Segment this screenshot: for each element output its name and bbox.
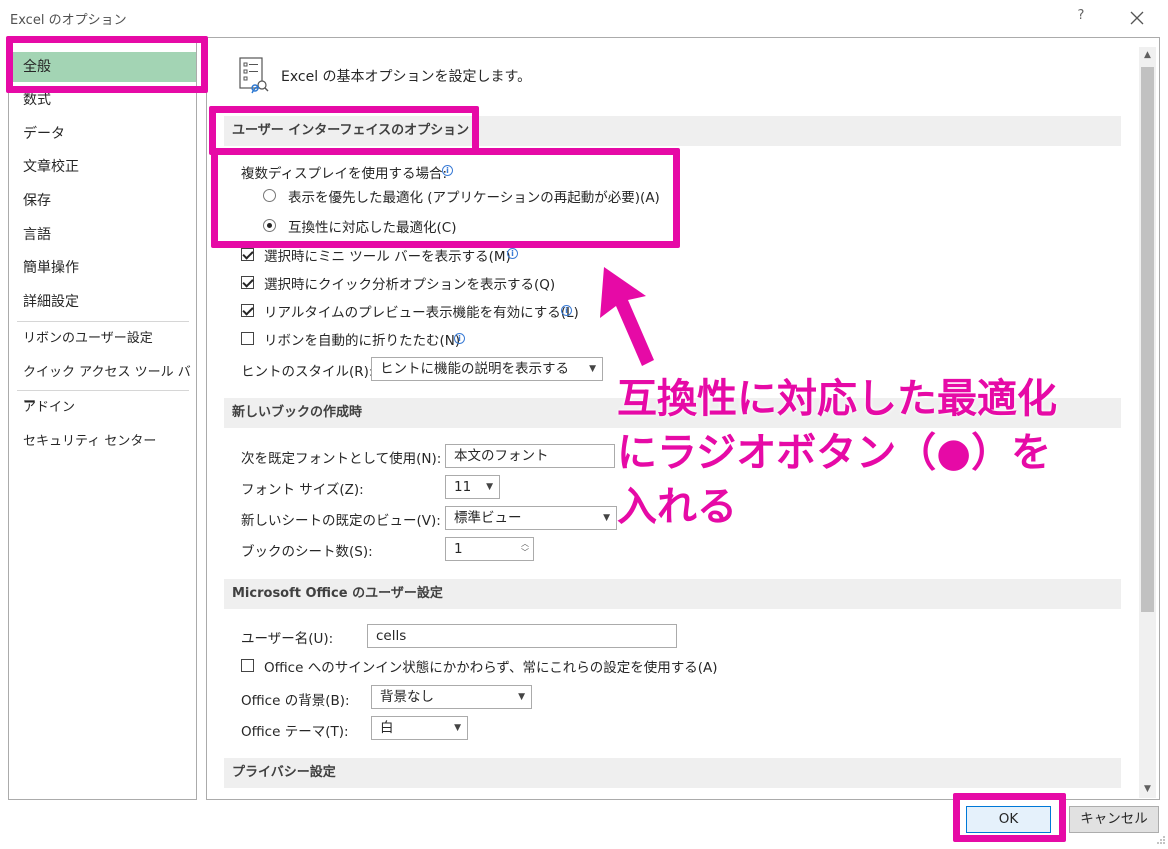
sidebar-item-data[interactable]: データ xyxy=(9,119,196,149)
chevron-down-icon: ▼ xyxy=(518,692,525,702)
font-size-value: 11 xyxy=(454,479,472,495)
scroll-thumb[interactable] xyxy=(1141,67,1154,612)
category-sidebar: 全般 数式 データ 文章校正 保存 言語 簡単操作 詳細設定 リボンのユーザー設… xyxy=(8,37,197,800)
info-icon: i xyxy=(454,333,465,344)
checkbox-live-preview[interactable] xyxy=(241,304,254,317)
checkbox-collapse-ribbon[interactable] xyxy=(241,332,254,345)
sheet-count-label: ブックのシート数(S): xyxy=(241,544,373,560)
office-background-value: 背景なし xyxy=(380,689,434,705)
close-icon[interactable] xyxy=(1125,6,1149,30)
info-icon: i xyxy=(561,305,572,316)
live-preview-label[interactable]: リアルタイムのプレビュー表示機能を有効にする(L) xyxy=(264,301,579,321)
highlight-general-tab xyxy=(6,36,208,93)
chevron-down-icon: ▼ xyxy=(486,482,493,492)
annotation-line-1: 互換性に対応した最適化 xyxy=(617,376,1057,422)
annotation-text: 互換性に対応した最適化 にラジオボタン（●）を 入れる xyxy=(617,372,1137,534)
info-icon: i xyxy=(507,248,518,259)
sheet-count-value: 1 xyxy=(454,541,463,557)
default-font-value: 本文のフォント xyxy=(454,448,549,464)
username-input[interactable]: cells xyxy=(367,624,677,648)
section-office-user: Microsoft Office のユーザー設定 xyxy=(224,579,1121,609)
sidebar-item-trust-center[interactable]: セキュリティ センター xyxy=(9,427,196,457)
vertical-scrollbar[interactable]: ▲ ▼ xyxy=(1139,47,1156,798)
font-size-label: フォント サイズ(Z): xyxy=(241,482,364,498)
sidebar-divider xyxy=(17,321,189,322)
spin-arrows-icon[interactable]: ︿ ﹀ xyxy=(521,539,529,557)
ok-button[interactable]: OK xyxy=(966,806,1051,833)
collapse-ribbon-label[interactable]: リボンを自動的に折りたたむ(N) xyxy=(264,329,460,349)
sidebar-item-accessibility[interactable]: 簡単操作 xyxy=(9,253,196,283)
quick-analysis-label[interactable]: 選択時にクイック分析オプションを表示する(Q) xyxy=(264,273,555,293)
sidebar-item-save[interactable]: 保存 xyxy=(9,186,196,216)
office-background-dropdown[interactable]: 背景なし ▼ xyxy=(371,685,532,709)
cancel-button[interactable]: キャンセル xyxy=(1069,806,1159,833)
help-button[interactable]: ? xyxy=(1072,8,1090,28)
sidebar-divider xyxy=(17,390,189,391)
username-label: ユーザー名(U): xyxy=(241,631,334,647)
checkbox-mini-toolbar[interactable] xyxy=(241,248,254,261)
tooltip-style-label: ヒントのスタイル(R): xyxy=(241,364,374,380)
tooltip-style-dropdown[interactable]: ヒントに機能の説明を表示する ▼ xyxy=(371,357,603,381)
window-title: Excel のオプション xyxy=(10,13,127,28)
office-theme-value: 白 xyxy=(380,720,394,736)
office-theme-dropdown[interactable]: 白 ▼ xyxy=(371,716,468,740)
office-background-label: Office の背景(B): xyxy=(241,693,350,709)
sidebar-item-language[interactable]: 言語 xyxy=(9,220,196,250)
sidebar-item-quick-access-toolbar[interactable]: クイック アクセス ツール バー xyxy=(9,358,196,410)
checkbox-always-use-settings[interactable] xyxy=(241,659,254,672)
checkbox-quick-analysis[interactable] xyxy=(241,276,254,289)
default-view-value: 標準ビュー xyxy=(454,510,522,526)
annotation-line-2: にラジオボタン（●）を xyxy=(617,430,1052,476)
font-size-dropdown[interactable]: 11 ▼ xyxy=(445,475,500,499)
username-value: cells xyxy=(376,628,407,644)
scroll-up-arrow[interactable]: ▲ xyxy=(1139,47,1156,64)
default-font-label: 次を既定フォントとして使用(N): xyxy=(241,451,442,467)
default-view-dropdown[interactable]: 標準ビュー ▼ xyxy=(445,506,617,530)
page-heading: Excel の基本オプションを設定します。 xyxy=(281,69,532,85)
scroll-down-arrow[interactable]: ▼ xyxy=(1139,781,1156,798)
sidebar-item-proofing[interactable]: 文章校正 xyxy=(9,152,196,182)
highlight-display-options xyxy=(211,148,680,248)
tooltip-style-value: ヒントに機能の説明を表示する xyxy=(380,361,569,377)
annotation-arrow-icon xyxy=(594,262,664,372)
section-privacy: プライバシー設定 xyxy=(224,758,1121,788)
chevron-down-icon: ▼ xyxy=(603,513,610,523)
chevron-down-icon: ▼ xyxy=(454,723,461,733)
sidebar-item-addins[interactable]: アドイン xyxy=(9,393,196,423)
always-use-settings-label[interactable]: Office へのサインイン状態にかかわらず、常にこれらの設定を使用する(A) xyxy=(264,656,717,676)
resize-grip-icon[interactable] xyxy=(1156,833,1166,844)
sheet-count-spinner[interactable]: 1 ︿ ﹀ xyxy=(445,537,534,561)
mini-toolbar-label[interactable]: 選択時にミニ ツール バーを表示する(M) xyxy=(264,245,511,265)
sidebar-item-customize-ribbon[interactable]: リボンのユーザー設定 xyxy=(9,324,196,354)
general-options-icon xyxy=(238,56,274,94)
annotation-line-3: 入れる xyxy=(617,484,737,530)
office-theme-label: Office テーマ(T): xyxy=(241,724,349,740)
default-font-field[interactable]: 本文のフォント xyxy=(445,444,615,468)
sidebar-item-advanced[interactable]: 詳細設定 xyxy=(9,287,196,317)
default-view-label: 新しいシートの既定のビュー(V): xyxy=(241,513,441,529)
